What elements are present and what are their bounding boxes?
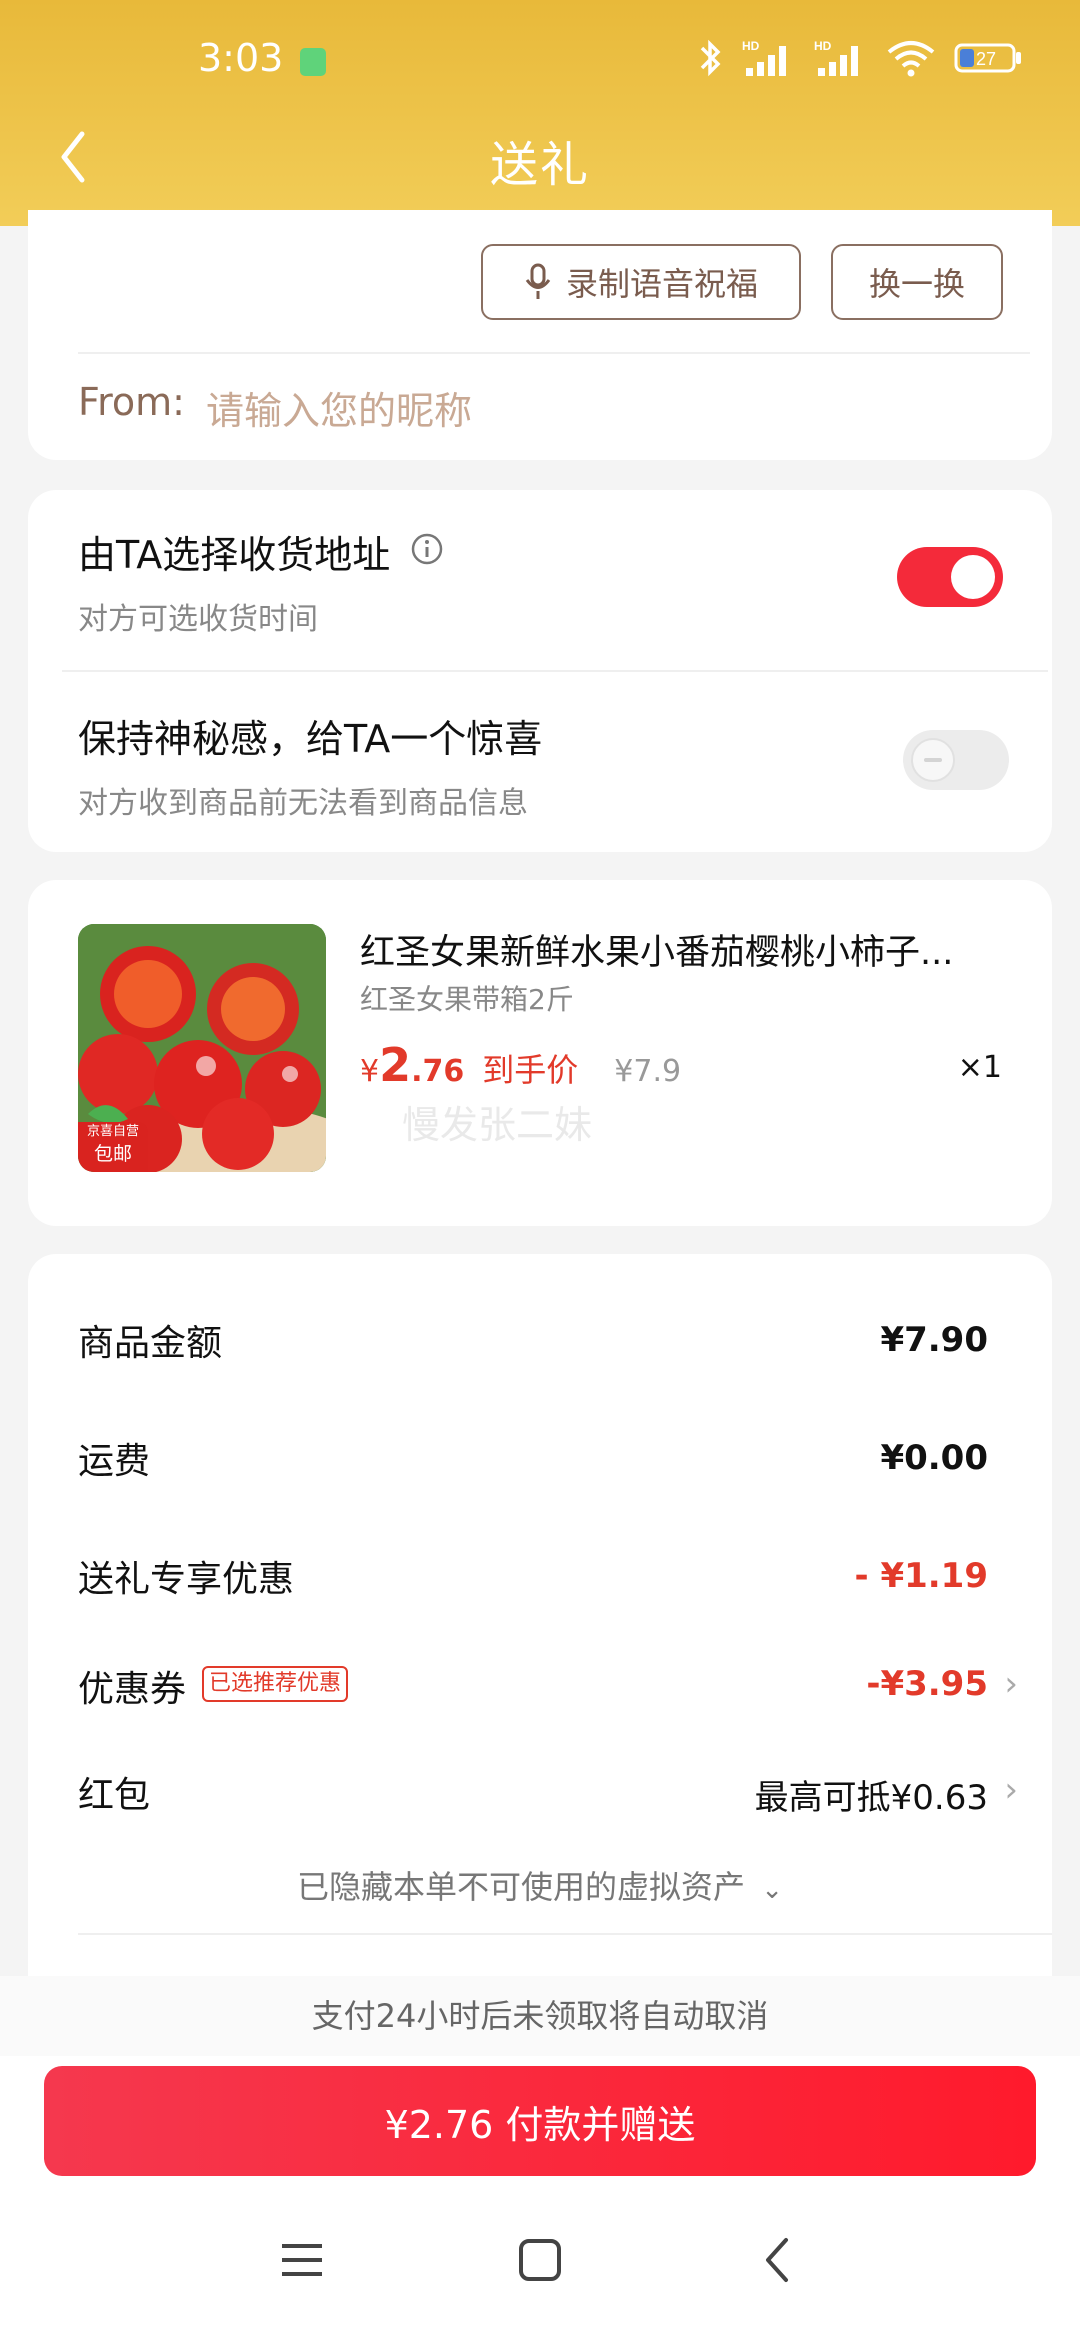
wifi-icon: [887, 41, 935, 77]
chevron-down-icon: ⌄: [761, 1875, 783, 1905]
microphone-icon: [525, 263, 551, 299]
summary-value: 最高可抵¥0.63: [754, 1778, 988, 1818]
summary-value: - ¥1.19: [854, 1556, 989, 1596]
status-time: 3:03: [198, 36, 284, 80]
product-price: ¥ 2 .76 到手价 ¥7.9: [360, 1038, 681, 1092]
divider: [78, 352, 1030, 354]
record-voice-button[interactable]: 录制语音祝福: [481, 244, 801, 320]
product-quantity: ×1: [957, 1050, 1002, 1085]
home-icon[interactable]: [518, 2238, 562, 2282]
battery-icon: 27: [954, 43, 1021, 73]
status-bar: 3:03 HD HD 27: [0, 0, 1080, 124]
signal-hd-icon-2: HD: [814, 39, 858, 76]
divider: [78, 1933, 1052, 1935]
record-voice-label: 录制语音祝福: [565, 265, 758, 303]
nickname-input[interactable]: 请输入您的昵称: [206, 380, 986, 435]
toggle-knob: [911, 738, 955, 782]
info-icon[interactable]: [410, 532, 444, 566]
from-label: From:: [78, 380, 185, 424]
chevron-right-icon: ›: [1004, 1770, 1018, 1810]
product-name[interactable]: 红圣女果新鲜水果小番茄樱桃小柿子...: [360, 924, 1020, 975]
mystery-title: 保持神秘感，给TA一个惊喜: [78, 717, 543, 761]
summary-row-gift-discount: 送礼专享优惠 - ¥1.19: [78, 1550, 988, 1610]
product-image[interactable]: 京喜自营 包邮: [78, 924, 326, 1172]
swap-button[interactable]: 换一换: [831, 244, 1003, 320]
divider: [62, 670, 1048, 672]
toggle-knob: [951, 555, 995, 599]
image-badge: 京喜自营 包邮: [78, 1122, 148, 1172]
summary-row-shipping: 运费 ¥0.00: [78, 1432, 988, 1492]
price-decimal: .76: [411, 1054, 465, 1089]
mystery-toggle[interactable]: [903, 730, 1009, 790]
recipient-address-toggle[interactable]: [897, 547, 1003, 607]
hidden-assets-text: 已隐藏本单不可使用的虚拟资产: [297, 1868, 746, 1906]
chevron-right-icon: ›: [1004, 1664, 1018, 1704]
product-card: 京喜自营 包邮 红圣女果新鲜水果小番茄樱桃小柿子... 红圣女果带箱2斤 ¥ 2…: [28, 880, 1052, 1226]
watermark: 慢发张二妹: [402, 1103, 593, 1147]
page-title: 送礼: [489, 137, 590, 193]
options-card: 由TA选择收货地址 对方可选收货时间 保持神秘感，给TA一个惊喜 对方收到商品前…: [28, 490, 1052, 852]
summary-card: 商品金额 ¥7.90 运费 ¥0.00 送礼专享优惠 - ¥1.19 优惠券 已…: [28, 1254, 1052, 2014]
pay-and-gift-button[interactable]: ¥2.76 付款并赠送: [44, 2066, 1036, 2176]
greeting-card: 录制语音祝福 换一换 From: 请输入您的昵称: [28, 210, 1052, 460]
summary-label: 红包: [78, 1775, 151, 1816]
menu-icon[interactable]: [280, 2240, 324, 2280]
price-integer: 2: [379, 1038, 412, 1092]
recipient-address-subtitle: 对方可选收货时间: [78, 602, 318, 637]
bluetooth-icon: [700, 39, 721, 77]
summary-value: ¥0.00: [880, 1438, 988, 1478]
system-nav-bar: [0, 2212, 1080, 2312]
hidden-assets-toggle[interactable]: 已隐藏本单不可使用的虚拟资产 ⌄: [28, 1862, 1052, 1908]
recipient-address-title: 由TA选择收货地址: [78, 533, 391, 577]
price-symbol: ¥: [360, 1054, 380, 1089]
price-tag: 到手价: [482, 1051, 579, 1089]
coupon-tag: 已选推荐优惠: [202, 1666, 349, 1702]
original-price: ¥7.9: [614, 1054, 682, 1089]
product-spec: 红圣女果带箱2斤: [360, 983, 574, 1016]
summary-label: 优惠券: [78, 1669, 187, 1710]
summary-value: ¥7.90: [880, 1320, 988, 1360]
summary-row-goods-amount: 商品金额 ¥7.90: [78, 1314, 988, 1374]
bottom-bar: 支付24小时后未领取将自动取消 ¥2.76 付款并赠送: [0, 1976, 1080, 2340]
status-icons: HD HD 27: [698, 36, 1024, 80]
badge-bottom-text: 包邮: [93, 1143, 132, 1165]
battery-level: 27: [976, 49, 996, 69]
badge-top-text: 京喜自营: [86, 1124, 139, 1139]
summary-value: -¥3.95: [866, 1664, 988, 1704]
summary-label: 商品金额: [78, 1323, 223, 1364]
summary-label: 运费: [78, 1441, 151, 1482]
auto-cancel-notice: 支付24小时后未领取将自动取消: [0, 1976, 1080, 2056]
summary-label: 送礼专享优惠: [78, 1559, 295, 1600]
sim-icon: [300, 48, 326, 76]
mystery-subtitle: 对方收到商品前无法看到商品信息: [78, 786, 528, 821]
summary-row-coupon[interactable]: 优惠券 已选推荐优惠 -¥3.95 ›: [78, 1660, 1018, 1720]
signal-hd-icon: HD: [742, 39, 786, 76]
summary-row-red-packet[interactable]: 红包 最高可抵¥0.63 ›: [78, 1766, 1018, 1826]
svg-text:HD: HD: [814, 39, 832, 53]
top-header: 3:03 HD HD 27 送礼: [0, 0, 1080, 226]
svg-text:HD: HD: [742, 39, 760, 53]
back-nav-icon[interactable]: [762, 2236, 792, 2284]
